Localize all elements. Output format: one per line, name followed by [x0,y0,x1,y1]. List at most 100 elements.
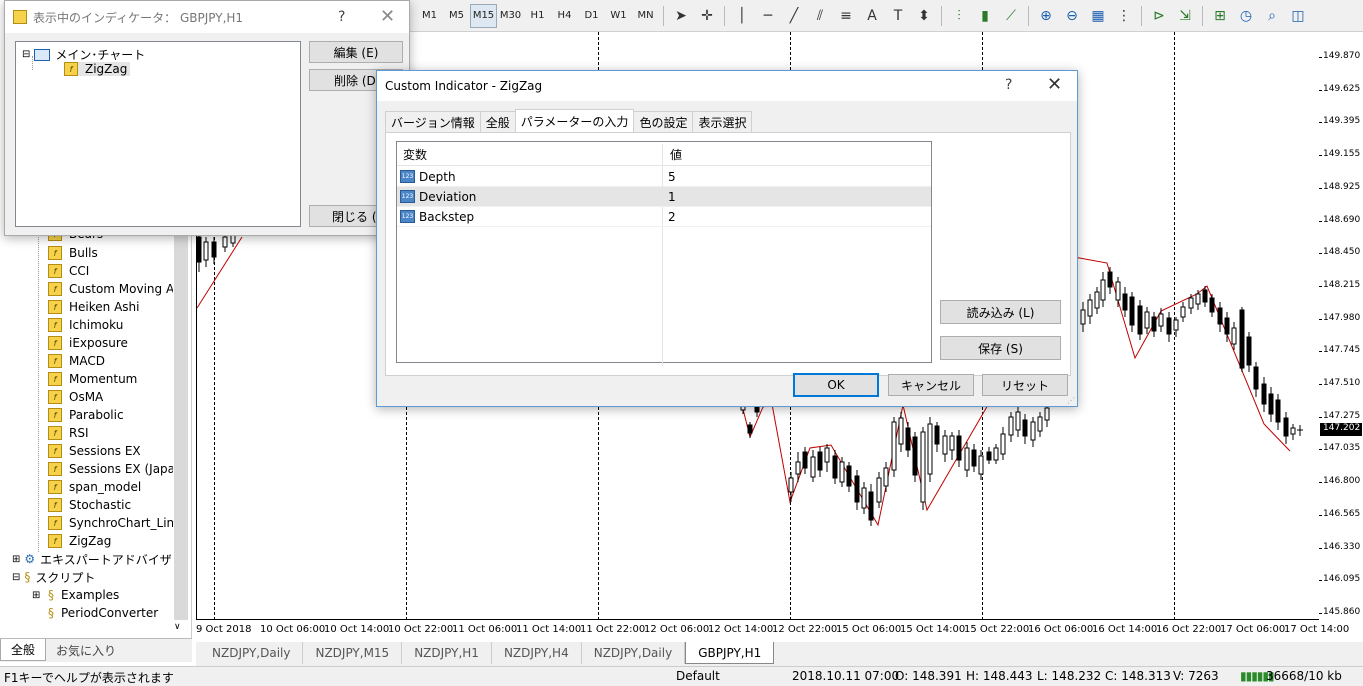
dialog-tab[interactable]: パラメーターの入力 [514,109,635,132]
text-label-icon[interactable]: T [885,4,911,28]
navigator-item[interactable]: f MACD [48,352,105,370]
tab-general[interactable]: 全般 [0,639,47,661]
timeframe-m5-button[interactable]: M5 [443,4,470,28]
help-icon[interactable]: ? [338,9,345,25]
chat-icon[interactable]: ◫ [1285,4,1311,28]
chart-tab[interactable]: NZDJPY,H1 [402,642,492,664]
bar-chart-icon[interactable]: ⫶ [946,4,972,28]
navigator-item[interactable]: f Heiken Ashi [48,298,139,316]
collapse-minus-icon[interactable]: ⊟ [12,572,20,583]
status-profile[interactable]: Default [676,669,720,683]
close-icon[interactable]: ✕ [1047,74,1062,95]
column-header-value[interactable]: 値 [670,146,682,163]
autoscroll-icon[interactable]: ⇲ [1172,4,1198,28]
navigator-item[interactable]: f Momentum [48,370,137,388]
timeframe-h1-button[interactable]: H1 [524,4,551,28]
navigator-item[interactable]: f SynchroChart_Line [48,514,173,532]
fibonacci-icon[interactable]: ≡ [833,4,859,28]
parameter-row[interactable]: 123 Deviation 1 [397,187,931,207]
timeframe-m1-button[interactable]: M1 [416,4,443,28]
ok-button[interactable]: OK [793,373,879,397]
navigator-item[interactable]: f span_model [48,478,141,496]
help-icon[interactable]: ? [1005,77,1012,93]
equidistant-channel-icon[interactable]: ⫽ [807,4,833,28]
dialog-tab[interactable]: 表示選択 [692,111,753,132]
dialog-tab[interactable]: バージョン情報 [385,111,481,132]
vertical-line-icon[interactable]: │ [729,4,755,28]
chart-shift-icon[interactable]: ⊳ [1146,4,1172,28]
period-separator-icon[interactable]: ⋮ [1111,4,1137,28]
trendline-icon[interactable]: ╱ [781,4,807,28]
indicators-icon[interactable]: ⊞ [1207,4,1233,28]
close-icon[interactable]: ✕ [380,6,395,27]
chart-tab[interactable]: NZDJPY,Daily [200,642,304,664]
navigator-item[interactable]: f Bulls [48,244,98,262]
parameters-grid[interactable]: 変数 値 123 Depth 5 123 Deviation 1 123 Backstep 2 [396,141,932,366]
arrows-icon[interactable]: ⬍ [911,4,937,28]
timeframe-m15-button[interactable]: M15 [470,3,497,28]
timeframe-m30-button[interactable]: M30 [497,4,524,28]
navigator-item[interactable]: f RSI [48,424,89,442]
line-chart-icon[interactable]: ⟋ [998,4,1024,28]
navigator-script-examples[interactable]: ⊞ § Examples [32,586,119,604]
periods-clock-icon[interactable]: ◷ [1233,4,1259,28]
chart-tab[interactable]: NZDJPY,H4 [492,642,582,664]
candlestick-icon[interactable]: ▮ [972,4,998,28]
parameter-row[interactable]: 123 Backstep 2 [397,207,931,227]
resize-grip-icon[interactable]: ⋰ [1067,396,1075,405]
timeframe-h4-button[interactable]: H4 [551,4,578,28]
navigator-item[interactable]: f Custom Moving Av [48,280,173,298]
status-high: H: 148.443 [966,669,1033,683]
scroll-down-icon[interactable]: ∨ [174,622,181,632]
tile-windows-icon[interactable]: ▦ [1085,4,1111,28]
text-icon[interactable]: A [859,4,885,28]
navigator-scrollbar[interactable] [174,230,188,620]
navigator-item[interactable]: f Stochastic [48,496,131,514]
zoom-out-icon[interactable]: ⊖ [1059,4,1085,28]
crosshair-icon[interactable]: ✛ [694,4,720,28]
dialog-tab[interactable]: 色の設定 [633,111,694,132]
navigator-item[interactable]: f Sessions EX [48,442,141,460]
navigator-item[interactable]: f Ichimoku [48,316,123,334]
parameter-name-cell[interactable]: 123 Deviation [397,190,476,204]
collapse-minus-icon[interactable]: ⊟ [22,49,30,60]
navigator-item[interactable]: f OsMA [48,388,103,406]
cursor-icon[interactable]: ➤ [668,4,694,28]
load-button[interactable]: 読み込み (L) [940,300,1061,324]
indicators-tree[interactable]: ⊟ メイン･チャート f ZigZag [15,41,301,227]
parameter-name-cell[interactable]: 123 Depth [397,170,456,184]
chart-tab[interactable]: NZDJPY,Daily [582,642,686,664]
parameter-name-cell[interactable]: 123 Backstep [397,210,474,224]
tree-main-chart[interactable]: ⊟ メイン･チャート [22,46,145,63]
navigator-item[interactable]: f ZigZag [48,532,111,550]
chart-tab[interactable]: NZDJPY,M15 [303,642,403,664]
navigator-item[interactable]: f iExposure [48,334,128,352]
navigator-item[interactable]: f Sessions EX (Japane [48,460,173,478]
tab-favorites[interactable]: お気に入り [46,639,126,661]
timeframe-d1-button[interactable]: D1 [578,4,605,28]
edit-button[interactable]: 編集 (E) [309,41,403,63]
dialog-tab[interactable]: 全般 [479,111,516,132]
horizontal-line-icon[interactable]: ─ [755,4,781,28]
parameter-value[interactable]: 1 [668,190,676,204]
timeframe-mn-button[interactable]: MN [632,4,659,28]
chart-tab[interactable]: GBPJPY,H1 [685,642,775,664]
navigator-expert-advisors[interactable]: ⊞ ⚙ エキスパートアドバイザ [12,550,172,568]
expand-plus-icon[interactable]: ⊞ [32,590,40,601]
reset-button[interactable]: リセット [982,374,1068,396]
zoom-in-icon[interactable]: ⊕ [1033,4,1059,28]
save-button[interactable]: 保存 (S) [940,336,1061,360]
parameter-value[interactable]: 2 [668,210,676,224]
timeframe-w1-button[interactable]: W1 [605,4,632,28]
search-icon[interactable]: ⌕ [1259,4,1285,28]
navigator-item[interactable]: f CCI [48,262,89,280]
column-header-variable[interactable]: 変数 [403,146,427,163]
expand-plus-icon[interactable]: ⊞ [12,554,20,565]
navigator-item[interactable]: f Parabolic [48,406,124,424]
navigator-scripts[interactable]: ⊟ § スクリプト [12,568,95,586]
parameter-value[interactable]: 5 [668,170,676,184]
cancel-button[interactable]: キャンセル [888,374,974,396]
navigator-script-periodconverter[interactable]: § PeriodConverter [48,604,158,622]
tree-zigzag[interactable]: f ZigZag [64,62,131,76]
parameter-row[interactable]: 123 Depth 5 [397,167,931,187]
